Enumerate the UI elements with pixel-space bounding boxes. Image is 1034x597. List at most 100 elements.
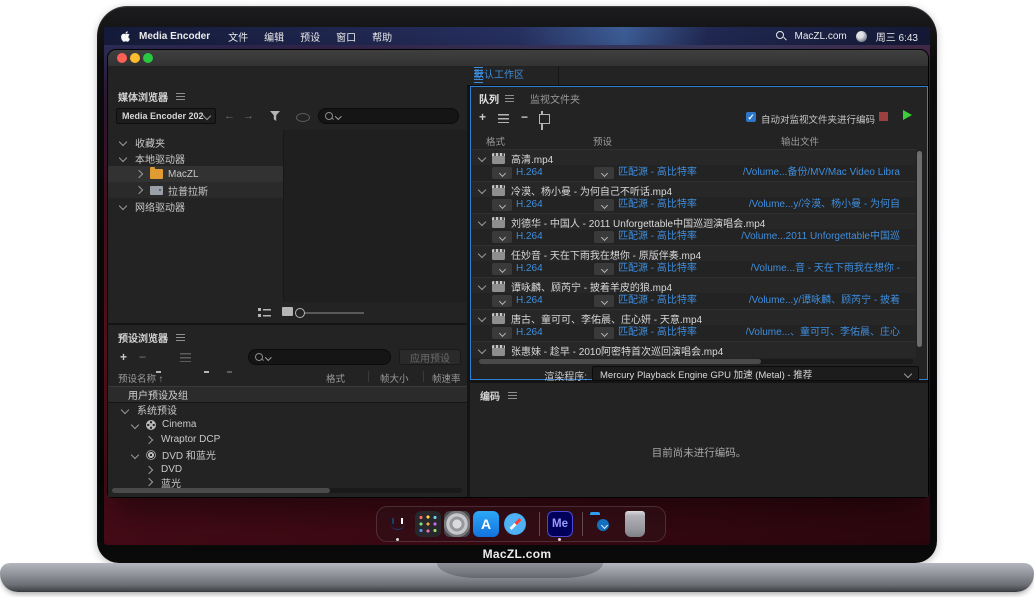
format-link[interactable]: H.264 — [516, 165, 543, 181]
launchpad-icon[interactable] — [415, 511, 441, 537]
media-encoder-dock-icon[interactable]: Me — [547, 511, 573, 537]
media-search-input[interactable] — [318, 108, 459, 124]
menu-file[interactable]: 文件 — [228, 29, 248, 44]
format-dropdown[interactable] — [492, 167, 512, 179]
format-link[interactable]: H.264 — [516, 325, 543, 341]
preset-dropdown[interactable] — [594, 295, 614, 307]
preset-row-bluray[interactable]: 蓝光 — [108, 476, 467, 488]
queue-item-row[interactable]: 张惠妹 - 趁早 - 2010阿密特首次巡回演唱会.mp4 — [472, 341, 916, 358]
menu-edit[interactable]: 编辑 — [264, 29, 284, 44]
minimize-window-button[interactable] — [130, 53, 140, 63]
preset-link[interactable]: 匹配源 - 高比特率 — [618, 261, 697, 277]
control-center-icon[interactable] — [856, 31, 867, 42]
format-dropdown[interactable] — [492, 327, 512, 339]
add-preset-button[interactable]: + — [120, 350, 127, 364]
output-link[interactable]: /Volume...2011 Unforgettable中国巡 — [741, 229, 900, 245]
queue-hscrollbar[interactable] — [479, 359, 761, 364]
format-dropdown[interactable] — [492, 295, 512, 307]
menu-window[interactable]: 窗口 — [336, 29, 356, 44]
apple-menu-icon[interactable] — [120, 30, 131, 43]
tree-item-maczl[interactable]: MacZL — [108, 166, 283, 182]
format-dropdown[interactable] — [492, 199, 512, 211]
menubar-app-name[interactable]: Media Encoder — [139, 31, 210, 42]
ingest-icon[interactable] — [296, 113, 310, 122]
preset-dropdown[interactable] — [594, 167, 614, 179]
forward-button[interactable]: → — [243, 109, 254, 123]
preset-row-wraptor-dcp[interactable]: Wraptor DCP — [108, 432, 467, 447]
preset-row-dvd[interactable]: DVD — [108, 462, 467, 477]
preset-dropdown[interactable] — [594, 199, 614, 211]
auto-encode-checkbox[interactable]: ✓ — [746, 112, 756, 122]
apply-preset-button[interactable]: 应用预设 — [399, 349, 461, 365]
system-preferences-icon[interactable] — [444, 511, 470, 537]
preset-link[interactable]: 匹配源 - 高比特率 — [618, 229, 697, 245]
preset-group-system[interactable]: 系统预设 — [108, 402, 467, 417]
menubar-clock[interactable]: 周三 6:43 — [876, 29, 918, 44]
preset-link[interactable]: 匹配源 - 高比特率 — [618, 293, 697, 309]
window-titlebar[interactable] — [108, 50, 928, 67]
stop-queue-button[interactable] — [879, 112, 888, 121]
queue-item-row[interactable]: 任妙音 - 天在下雨我在想你 - 原版伴奏.mp4 — [472, 245, 916, 262]
thumbnail-view-button[interactable] — [282, 307, 293, 316]
preset-link[interactable]: 匹配源 - 高比特率 — [618, 197, 697, 213]
format-link[interactable]: H.264 — [516, 261, 543, 277]
filter-icon[interactable] — [270, 111, 280, 121]
format-dropdown[interactable] — [492, 231, 512, 243]
preset-dropdown[interactable] — [594, 231, 614, 243]
zoom-slider[interactable] — [295, 308, 305, 318]
menu-help[interactable]: 帮助 — [372, 29, 392, 44]
queue-item-row[interactable]: 冷漠、杨小曼 - 为何自己不听话.mp4 — [472, 181, 916, 198]
preset-dropdown[interactable] — [594, 263, 614, 275]
list-view-button[interactable] — [258, 307, 271, 317]
add-source-button[interactable]: + — [479, 110, 486, 124]
tree-item-favorites[interactable]: 收藏夹 — [108, 134, 283, 150]
preset-row-dvd-bluray[interactable]: DVD 和蓝光 — [108, 447, 467, 462]
queue-item-row[interactable]: 刘德华 - 中国人 - 2011 Unforgettable中国巡迴演唱会.mp… — [472, 213, 916, 230]
format-link[interactable]: H.264 — [516, 293, 543, 309]
preset-hscrollbar[interactable] — [112, 488, 330, 493]
preset-search-input[interactable] — [248, 349, 391, 365]
queue-item-row[interactable]: 谭咏麟、顾芮宁 - 披着羊皮的狼.mp4 — [472, 277, 916, 294]
tab-queue[interactable]: 队列 — [479, 91, 514, 106]
preset-row-cinema[interactable]: Cinema — [108, 417, 467, 432]
output-link[interactable]: /Volume...y/谭咏麟、顾芮宁 - 披着 — [749, 293, 900, 309]
spotlight-search-icon[interactable] — [776, 31, 786, 41]
output-link[interactable]: /Volume...音 - 天在下雨我在想你 - — [751, 261, 900, 277]
app-store-icon[interactable]: A — [473, 511, 499, 537]
zoom-window-button[interactable] — [143, 53, 153, 63]
queue-item-row[interactable]: 唐古、童可可、李佑晨、庄心妍 - 天意.mp4 — [472, 309, 916, 326]
panel-menu-icon[interactable] — [505, 95, 514, 102]
column-format[interactable]: 格式 — [326, 371, 345, 385]
tree-item-laplace[interactable]: 拉普拉斯 — [108, 182, 283, 198]
column-preset-name[interactable]: 预设名称 ↑ — [118, 371, 163, 385]
close-window-button[interactable] — [117, 53, 127, 63]
tab-default-workspace[interactable]: 默认工作区 — [468, 67, 530, 85]
preset-settings-icon[interactable] — [180, 353, 191, 362]
preset-group-user[interactable]: 用户预设及组 — [108, 386, 467, 403]
tree-item-network-drives[interactable]: 网络驱动器 — [108, 198, 283, 214]
duplicate-icon[interactable] — [541, 111, 543, 130]
start-queue-button[interactable] — [903, 110, 912, 120]
panel-menu-icon[interactable] — [176, 334, 185, 341]
source-dropdown[interactable]: Media Encoder 2020... — [116, 108, 216, 124]
panel-menu-icon[interactable] — [176, 93, 185, 100]
renderer-dropdown[interactable]: Mercury Playback Engine GPU 加速 (Metal) -… — [592, 366, 919, 381]
menu-preset[interactable]: 预设 — [300, 29, 320, 44]
trash-icon[interactable] — [625, 511, 645, 537]
output-link[interactable]: /Volume...y/冷漠、杨小曼 - 为何自 — [749, 197, 900, 213]
back-button[interactable]: ← — [224, 109, 235, 123]
format-link[interactable]: H.264 — [516, 229, 543, 245]
preset-link[interactable]: 匹配源 - 高比特率 — [618, 325, 697, 341]
column-frame-rate[interactable]: 帧速率 — [432, 371, 461, 385]
panel-menu-icon[interactable] — [508, 392, 517, 399]
tab-watch-folders[interactable]: 监视文件夹 — [530, 91, 580, 106]
remove-source-button[interactable]: − — [521, 110, 528, 124]
preset-dropdown[interactable] — [594, 327, 614, 339]
add-output-icon[interactable] — [498, 114, 509, 123]
queue-vscrollbar[interactable] — [917, 151, 922, 347]
format-dropdown[interactable] — [492, 263, 512, 275]
queue-item-row[interactable]: 高清.mp4 — [472, 149, 916, 166]
output-link[interactable]: /Volume...、童可可、李佑晨、庄心 — [746, 325, 900, 341]
workspace-menu-icon[interactable] — [474, 67, 483, 83]
preset-link[interactable]: 匹配源 - 高比特率 — [618, 165, 697, 181]
